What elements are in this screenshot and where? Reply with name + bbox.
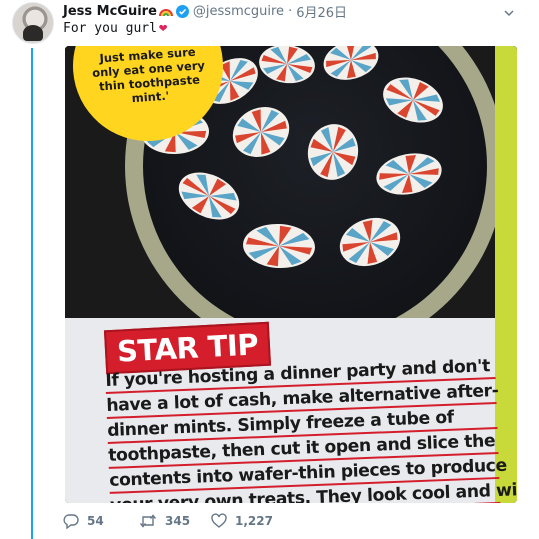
retweet-button[interactable]: 345 (139, 513, 211, 529)
verified-badge-icon (175, 4, 189, 18)
reply-button[interactable]: 54 (63, 513, 139, 529)
like-icon (211, 513, 227, 529)
author-handle[interactable]: @jessmcguire (193, 4, 284, 19)
tweet-actions: 54 345 1,227 (63, 513, 301, 529)
retweet-icon (139, 513, 157, 529)
rainbow-emoji-icon (158, 5, 173, 17)
retweet-count: 345 (165, 514, 191, 528)
author-name[interactable]: Jess McGuire (63, 4, 157, 19)
tweet-header: Jess McGuire @jessmcguire · 6月26日 (63, 2, 347, 21)
caret-down-icon[interactable] (503, 4, 515, 17)
separator-dot: · (288, 3, 293, 19)
red-heart-icon: ❤ (158, 20, 168, 36)
reply-count: 54 (87, 514, 104, 528)
like-button[interactable]: 1,227 (211, 513, 301, 529)
tweet-media[interactable]: Just make sure only eat one very thin to… (65, 46, 517, 503)
reply-icon (63, 513, 79, 529)
magazine-green-border (495, 46, 517, 503)
thread-connector-line (31, 48, 33, 539)
like-count: 1,227 (235, 514, 273, 528)
speech-bubble-text: Just make sure only eat one very thin to… (77, 46, 221, 109)
avatar[interactable] (12, 2, 54, 44)
tweet-text: For you gurl ❤ (63, 20, 167, 36)
tweet-date[interactable]: 6月26日 (296, 2, 347, 21)
star-tip-body: If you're hosting a dinner party and don… (105, 355, 517, 503)
tweet-text-content: For you gurl (63, 20, 157, 36)
star-tip-heading: STAR TIP (116, 327, 259, 369)
